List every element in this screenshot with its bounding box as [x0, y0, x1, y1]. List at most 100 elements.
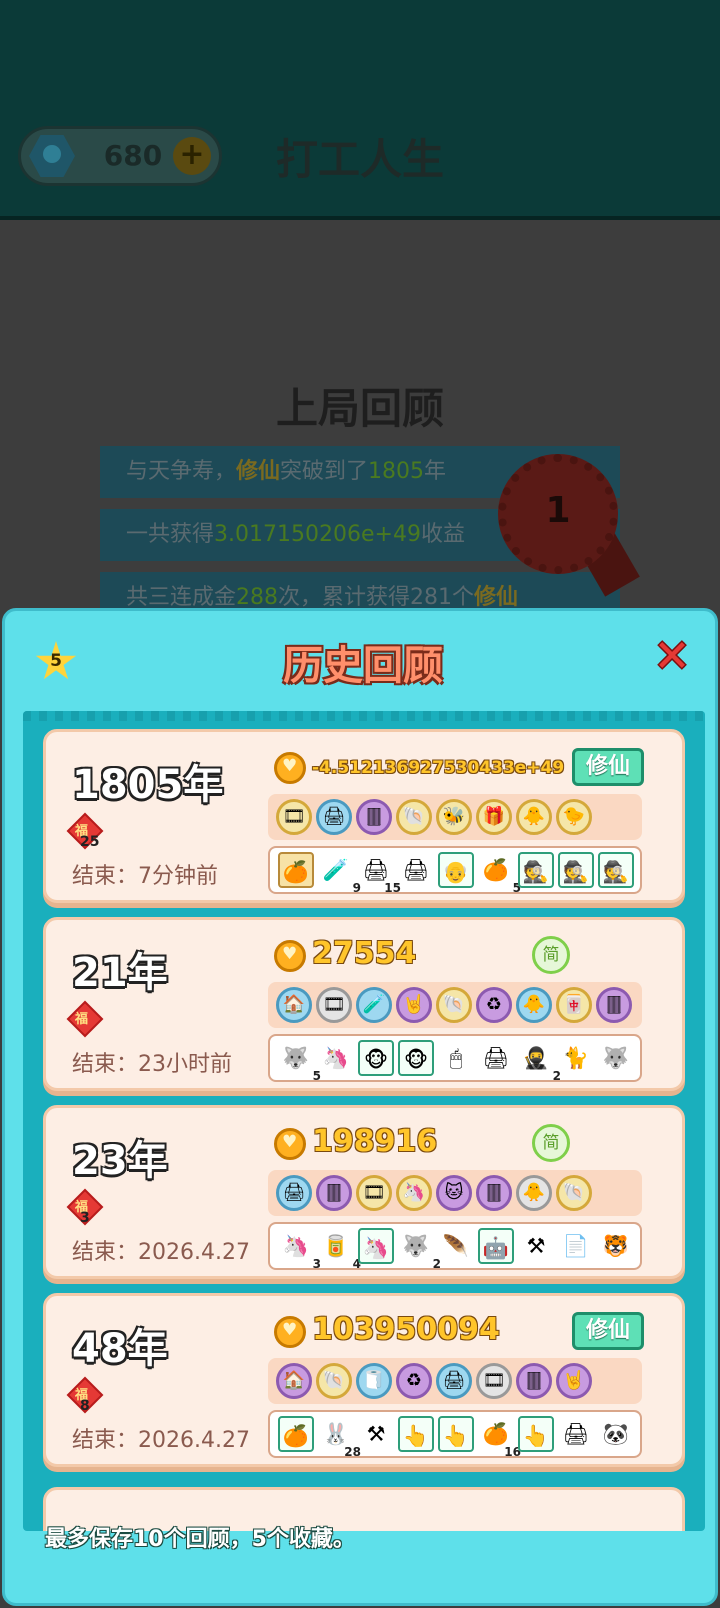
- skill-icon: 🀫: [596, 987, 632, 1023]
- skill-icon: 🐝: [436, 799, 472, 835]
- item-icon: 🦄 3: [278, 1228, 321, 1270]
- earnings-value: 103950094: [312, 1312, 500, 1347]
- item-glyph: 🥷: [522, 1046, 550, 1070]
- item-glyph: 🐰: [322, 1422, 350, 1446]
- item-glyph: 🕵: [602, 860, 630, 884]
- skill-icon: 🎞: [356, 1175, 392, 1211]
- card-year: 48年: [72, 1326, 168, 1372]
- mode-tag-xiuxian: 修仙: [572, 748, 644, 786]
- medal-rank: 1: [545, 490, 571, 531]
- skill-icon: 🖨: [316, 799, 352, 835]
- item-glyph: 🖨: [402, 858, 430, 882]
- skill-icon: 🐥: [516, 799, 552, 835]
- item-glyph: 🍊: [482, 858, 510, 882]
- earnings-value: 27554: [312, 936, 417, 971]
- close-button[interactable]: ✕: [651, 635, 693, 679]
- item-icon: 🤖: [478, 1228, 514, 1264]
- item-icon: 👆: [398, 1416, 434, 1452]
- item-icon: 🐼: [598, 1416, 634, 1452]
- item-icon: 🕵: [558, 852, 594, 888]
- fu-label: 福: [75, 1012, 89, 1027]
- last-review-title: 上局回顾: [275, 384, 444, 433]
- card-year: 21年: [72, 950, 168, 996]
- item-icon: 🕵: [518, 852, 554, 888]
- item-icon: 🐵: [358, 1040, 394, 1076]
- item-glyph: 👆: [402, 1424, 430, 1448]
- item-glyph: 👴: [442, 860, 470, 884]
- skill-icon: 🐚: [316, 1363, 352, 1399]
- skill-icon: 🎁: [476, 799, 512, 835]
- item-glyph: 🐵: [363, 1048, 389, 1072]
- skill-icon: 🀫: [516, 1363, 552, 1399]
- skill-icon: 🦄: [396, 1175, 432, 1211]
- item-glyph: 🤖: [482, 1236, 510, 1260]
- history-card[interactable]: 21年福结束：23小时前 27554 简 🏠🎞🧪🤘🐚♻🐥🀄🀫 🐺5🦄 🐵 🐵 🖱 🖨 🥷2🐈 🐺: [43, 917, 685, 1091]
- item-icon: 🍊 16: [478, 1416, 521, 1458]
- item-icon: 🐰 28: [318, 1416, 361, 1458]
- item-strip: 🐺 5 🦄 🐵 🐵 🖱 🖨 🥷 2 🐈 🐺: [268, 1034, 642, 1082]
- history-list[interactable]: 1805年福 25 结束：7分钟前 -4.51213692753043​3e+49 修仙…: [23, 711, 705, 1531]
- item-icon: 🕵: [598, 852, 634, 888]
- skill-icon: 🐚: [436, 987, 472, 1023]
- coin-icon: [274, 1316, 306, 1348]
- skill-icon: 🎞: [476, 1363, 512, 1399]
- mode-tag-jian: 简: [532, 936, 570, 974]
- card-year: 23年: [72, 1138, 168, 1184]
- item-glyph: 🖨: [362, 858, 390, 882]
- card-year: 1805年: [72, 762, 224, 808]
- item-glyph: 🖨: [482, 1046, 510, 1070]
- history-card[interactable]: 48年福8结束：2026.4.27103950094修仙🏠🐚🧻♻🖨🎞🀫🤘🍊🐰28…: [43, 1293, 685, 1467]
- skill-icon: 🐚: [396, 799, 432, 835]
- history-card[interactable]: 23年福3结束：2026.4.27198916简🖨🀫🎞🦄🐱🀫🐥🐚🦄3🥫4🦄🐺2🪶…: [43, 1105, 685, 1279]
- add-gems-button[interactable]: +: [173, 137, 211, 175]
- fu-count: 8: [80, 1398, 90, 1414]
- skill-icon-strip: 🖨 🀫 🎞 🦄 🐱 🀫 🐥 🐚: [268, 1170, 642, 1216]
- skill-icon: 🀫: [476, 1175, 512, 1211]
- gem-icon: [29, 135, 75, 177]
- skill-icon: 🐱: [436, 1175, 472, 1211]
- skill-icon: 🎞: [316, 987, 352, 1023]
- skill-icon: 🀄: [556, 987, 592, 1023]
- item-icon: 🖨 15: [358, 852, 401, 894]
- item-icon: 🐺 2: [398, 1228, 441, 1270]
- skill-icon: 🤘: [396, 987, 432, 1023]
- coin-icon: [274, 1128, 306, 1160]
- item-glyph: 🪶: [442, 1234, 470, 1258]
- end-time: 结束：2026.4.27: [72, 1240, 250, 1265]
- coin-icon: [274, 940, 306, 972]
- item-strip: 🍊 🧪 9 🖨 15 🖨 👴 🍊 5 🕵 🕵 🕵: [268, 846, 642, 894]
- item-glyph: 🐺: [282, 1046, 310, 1070]
- skill-icon: 🖨: [276, 1175, 312, 1211]
- skill-icon: 🏠: [276, 1363, 312, 1399]
- skill-icon: 🐚: [556, 1175, 592, 1211]
- item-icon: 🖱: [438, 1040, 474, 1076]
- item-icon: 🐺: [598, 1040, 634, 1076]
- skill-icon: 🏠: [276, 987, 312, 1023]
- item-glyph: 🐈: [562, 1046, 590, 1070]
- fu-count: 3: [80, 1210, 90, 1226]
- item-glyph: ⚒: [526, 1234, 546, 1258]
- skill-icon: 🐥: [516, 1175, 552, 1211]
- end-time: 结束：2026.4.27: [72, 1428, 250, 1453]
- item-glyph: 🍊: [482, 1422, 510, 1446]
- gem-counter[interactable]: 680 +: [18, 126, 222, 186]
- fu-count: 25: [80, 834, 100, 850]
- item-icon: 🧪 9: [318, 852, 361, 894]
- mode-tag-jian: 简: [532, 1124, 570, 1162]
- modal-title: 历史回顾: [283, 643, 443, 689]
- skill-icon: 🖨: [436, 1363, 472, 1399]
- item-glyph: 📄: [562, 1234, 590, 1258]
- item-glyph: 🦄: [282, 1234, 310, 1258]
- item-glyph: 👆: [442, 1424, 470, 1448]
- skill-icon-strip: 🏠 🐚 🧻 ♻ 🖨 🎞 🀫 🤘: [268, 1358, 642, 1404]
- coin-icon: [274, 752, 306, 784]
- item-glyph: 🦄: [322, 1046, 350, 1070]
- item-glyph: 🐺: [402, 1234, 430, 1258]
- skill-icon: 🤘: [556, 1363, 592, 1399]
- skill-icon: 🎞: [276, 799, 312, 835]
- history-card[interactable]: 1805年福25结束：7分钟前-4.51213692753043​3e+49修仙…: [43, 729, 685, 903]
- item-glyph: 🖨: [562, 1422, 590, 1446]
- item-glyph: 🖱: [449, 1046, 463, 1070]
- item-icon: 🍊: [278, 1416, 314, 1452]
- skill-icon: 🀫: [316, 1175, 352, 1211]
